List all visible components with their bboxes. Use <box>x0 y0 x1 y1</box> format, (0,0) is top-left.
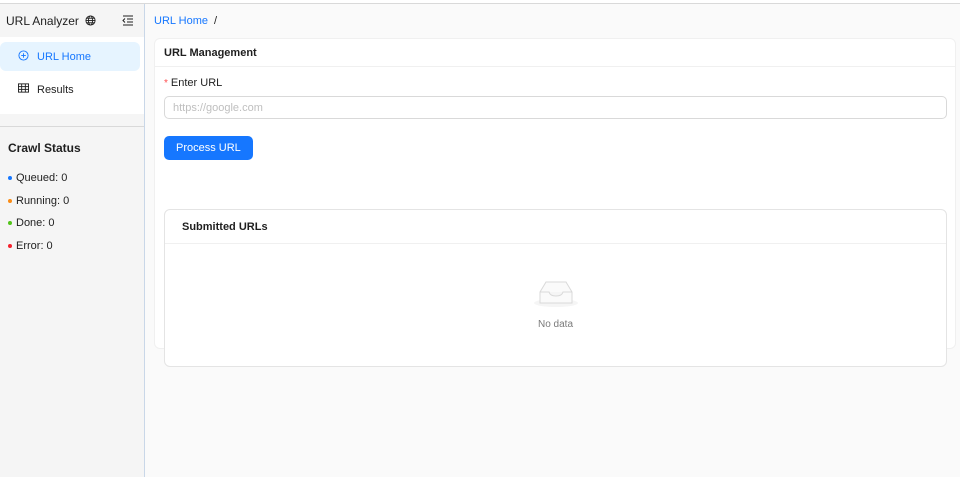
brand: URL Analyzer <box>6 14 96 28</box>
crawl-status-panel: Crawl Status Queued: 0 Running: 0 Done: … <box>0 127 144 271</box>
process-url-button[interactable]: Process URL <box>164 136 253 160</box>
sidebar-item-label: URL Home <box>37 50 91 63</box>
status-error: Error: 0 <box>8 235 136 258</box>
url-management-card: URL Management * Enter URL Process URL S… <box>154 38 956 367</box>
plus-circle-icon <box>18 49 29 64</box>
url-field-label-text: Enter URL <box>170 77 223 89</box>
url-field-label: * Enter URL <box>164 77 946 89</box>
sidebar: URL Analyzer URL Home Results Crawl Stat… <box>0 4 145 477</box>
table-icon <box>18 83 29 96</box>
red-dot-icon <box>8 243 12 248</box>
status-done: Done: 0 <box>8 212 136 235</box>
crawl-status-title: Crawl Status <box>8 141 81 155</box>
card-title: URL Management <box>155 39 955 67</box>
app-title: URL Analyzer <box>6 13 79 28</box>
empty-text: No data <box>537 319 574 330</box>
empty-state: No data <box>165 278 946 330</box>
required-mark: * <box>164 77 168 89</box>
globe-icon <box>85 15 96 26</box>
sidebar-menu: URL Home Results <box>0 37 144 114</box>
empty-inbox-icon <box>533 278 579 313</box>
submitted-urls-title: Submitted URLs <box>165 210 946 244</box>
breadcrumb-separator: / <box>214 14 218 27</box>
url-form: * Enter URL Process URL Submitted URLs <box>155 67 955 367</box>
status-label: Running: 0 <box>16 194 70 207</box>
breadcrumb: URL Home / <box>146 4 960 37</box>
orange-dot-icon <box>8 198 12 203</box>
status-queued: Queued: 0 <box>8 167 136 190</box>
status-label: Queued: 0 <box>16 172 68 185</box>
submitted-urls-card: Submitted URLs No data <box>164 209 947 367</box>
sidebar-item-url-home[interactable]: URL Home <box>0 42 140 71</box>
main-content: URL Home / URL Management * Enter URL Pr… <box>146 4 960 477</box>
green-dot-icon <box>8 221 12 226</box>
url-input[interactable] <box>164 96 947 119</box>
status-label: Error: 0 <box>16 239 53 252</box>
sidebar-item-results[interactable]: Results <box>0 75 140 104</box>
breadcrumb-url-home[interactable]: URL Home <box>154 15 208 27</box>
blue-dot-icon <box>8 176 12 181</box>
status-label: Done: 0 <box>16 217 55 230</box>
status-running: Running: 0 <box>8 190 136 213</box>
sidebar-header: URL Analyzer <box>0 4 144 37</box>
sidebar-item-label: Results <box>37 83 74 96</box>
menu-collapse-icon[interactable] <box>122 15 134 26</box>
